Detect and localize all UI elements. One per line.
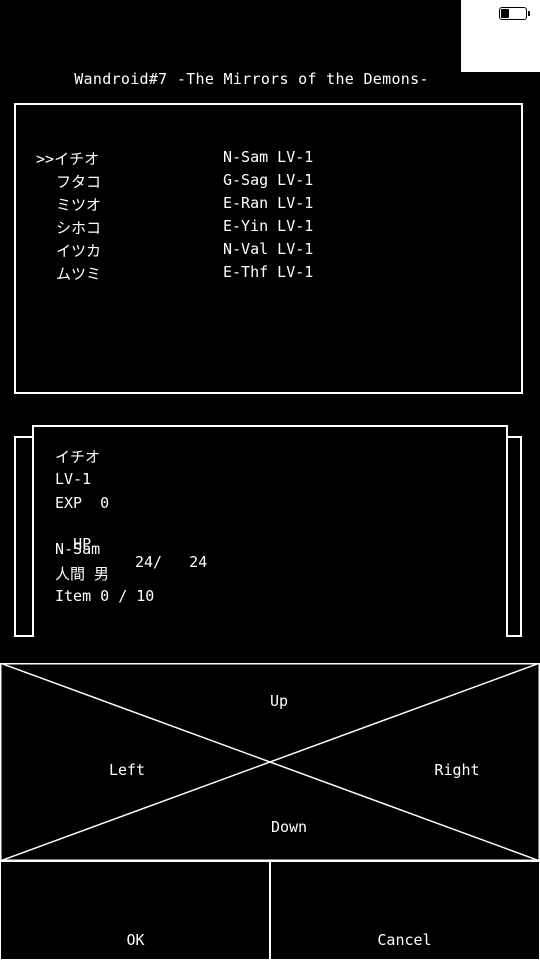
hp-value: 24/ 24 [135, 553, 208, 571]
ok-button[interactable]: OK [0, 861, 271, 960]
party-member-class: G-Sag LV-1 [223, 171, 314, 189]
party-member-class: E-Thf LV-1 [223, 263, 314, 281]
party-member-name: シホコ [56, 217, 101, 238]
game-title: Wandroid#7 -The Mirrors of the Demons- [74, 70, 429, 88]
party-member-class: N-Sam LV-1 [223, 148, 314, 166]
detail-level: LV-1 [55, 470, 92, 488]
party-member-name: ミツオ [56, 194, 101, 215]
detail-race-gender: 人間 男 [55, 565, 110, 583]
cancel-label: Cancel [377, 931, 432, 949]
battery-icon [499, 7, 530, 20]
party-member-class: E-Yin LV-1 [223, 217, 314, 235]
left-button[interactable]: Left [109, 761, 145, 779]
party-member-class: N-Val LV-1 [223, 240, 314, 258]
member-name-text: フタコ [56, 173, 102, 191]
member-name-text: イチオ [54, 150, 100, 168]
selection-cursor: >> [36, 150, 55, 168]
party-member-name: イツカ [56, 240, 101, 261]
detail-items: Item 0 / 10 [55, 587, 155, 605]
party-member-name: ムツミ [56, 263, 101, 284]
detail-class: N-Sam [55, 540, 101, 558]
party-member-name: フタコ [56, 171, 101, 192]
cancel-button[interactable]: Cancel [269, 861, 540, 960]
right-button[interactable]: Right [434, 761, 479, 779]
member-name-text: ムツミ [56, 265, 102, 283]
ok-label: OK [126, 931, 145, 949]
member-name-text: イツカ [56, 242, 102, 260]
detail-name: イチオ [55, 448, 101, 466]
party-member-name: >>イチオ [36, 148, 99, 169]
party-member-class: E-Ran LV-1 [223, 194, 314, 212]
battery-level [501, 9, 509, 18]
direction-pad[interactable]: Up Left Right Down [0, 663, 540, 861]
member-name-text: シホコ [56, 219, 102, 237]
member-name-text: ミツオ [56, 196, 102, 214]
up-button[interactable]: Up [270, 692, 288, 710]
down-button[interactable]: Down [271, 818, 307, 836]
detail-exp: EXP 0 [55, 494, 110, 512]
